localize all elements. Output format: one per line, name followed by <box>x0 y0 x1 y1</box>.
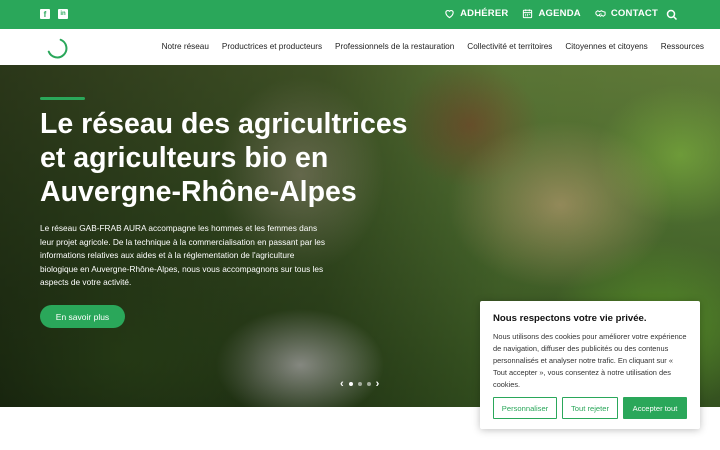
contact-link[interactable]: CONTACT <box>595 8 658 19</box>
agenda-label: AGENDA <box>538 8 581 19</box>
calendar-icon <box>523 9 533 19</box>
slider-dot-1[interactable] <box>348 382 353 386</box>
handshake-icon <box>595 10 606 17</box>
learn-more-button[interactable]: En savoir plus <box>40 305 125 328</box>
slider-prev-icon[interactable]: ‹ <box>340 379 344 390</box>
search-button[interactable] <box>666 8 678 26</box>
utility-links: ADHÉRER AGENDA CONTACT <box>444 8 658 19</box>
heart-icon <box>445 9 454 19</box>
nav-item-producteurs[interactable]: Productrices et producteurs <box>222 42 322 51</box>
search-icon <box>666 9 678 21</box>
top-bar: f in ADHÉRER AGENDA CONTACT <box>0 0 720 29</box>
cookie-actions: Personnaliser Tout rejeter Accepter tout <box>493 397 687 419</box>
hero-description: Le réseau GAB-FRAB AURA accompagne les h… <box>40 223 326 288</box>
cookie-title: Nous respectons votre vie privée. <box>493 313 647 324</box>
contact-label: CONTACT <box>610 8 658 19</box>
reject-all-button[interactable]: Tout rejeter <box>562 397 618 419</box>
cookie-description: Nous utilisons des cookies pour améliore… <box>493 332 687 389</box>
slider-controls: ‹ › <box>340 379 380 390</box>
adherer-label: ADHÉRER <box>460 8 509 19</box>
customize-button[interactable]: Personnaliser <box>493 397 557 419</box>
slider-dot-3[interactable] <box>366 382 371 386</box>
social-links: f in <box>40 9 68 19</box>
nav-item-collectivite[interactable]: Collectivité et territoires <box>467 42 552 51</box>
nav-menu: Notre réseau Productrices et producteurs… <box>162 42 704 51</box>
cookie-consent-panel: Nous respectons votre vie privée. Nous u… <box>480 301 700 429</box>
nav-item-notre-reseau[interactable]: Notre réseau <box>162 42 209 51</box>
agenda-link[interactable]: AGENDA <box>522 8 581 19</box>
facebook-icon[interactable]: f <box>40 9 50 19</box>
hero-title: Le réseau des agricultrices et agriculte… <box>40 108 408 208</box>
slider-dot-2[interactable] <box>357 382 362 386</box>
nav-item-restauration[interactable]: Professionnels de la restauration <box>335 42 454 51</box>
slider-next-icon[interactable]: › <box>376 379 380 390</box>
hero-accent-line <box>40 97 85 100</box>
linkedin-icon[interactable]: in <box>58 9 68 19</box>
logo-icon[interactable] <box>46 37 68 59</box>
main-navigation: Notre réseau Productrices et producteurs… <box>0 29 720 65</box>
nav-item-citoyens[interactable]: Citoyennes et citoyens <box>565 42 647 51</box>
adherer-link[interactable]: ADHÉRER <box>444 8 508 19</box>
accept-all-button[interactable]: Accepter tout <box>623 397 687 419</box>
nav-item-ressources[interactable]: Ressources <box>661 42 704 51</box>
